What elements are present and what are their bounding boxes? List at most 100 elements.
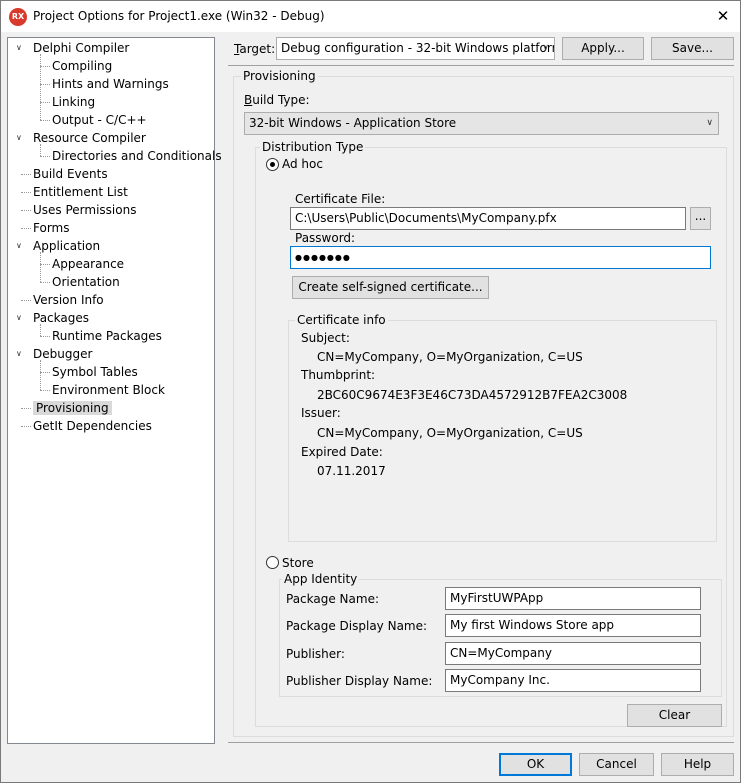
tree-item-output-c-c[interactable]: Output - C/C++ — [52, 111, 147, 129]
store-label: Store — [282, 556, 314, 570]
tree-item-uses-permissions[interactable]: Uses Permissions — [33, 201, 136, 219]
tree-connector — [40, 54, 41, 120]
expand-chevron-icon[interactable]: ∨ — [16, 309, 26, 327]
build-type-value: 32-bit Windows - Application Store — [249, 116, 457, 130]
tree-connector — [40, 84, 50, 85]
tree-item-label: Provisioning — [33, 401, 112, 415]
package-name-input[interactable]: MyFirstUWPApp — [445, 587, 701, 610]
tree-item-symbol-tables[interactable]: Symbol Tables — [52, 363, 138, 381]
publisher-input[interactable]: CN=MyCompany — [445, 642, 701, 665]
issuer-label: Issuer: — [301, 406, 341, 420]
distribution-type-label: Distribution Type — [260, 140, 366, 154]
certificate-file-input[interactable]: C:\Users\Public\Documents\MyCompany.pfx — [290, 207, 686, 230]
tree-connector — [21, 408, 31, 409]
tree-item-entitlement-list[interactable]: Entitlement List — [33, 183, 128, 201]
tree-item-label: Build Events — [33, 167, 108, 181]
tree-item-forms[interactable]: Forms — [33, 219, 69, 237]
tree-connector — [21, 426, 31, 427]
rad-studio-icon: RX — [9, 8, 27, 26]
package-name-label: Package Name: — [286, 592, 379, 606]
title-bar: RX Project Options for Project1.exe (Win… — [1, 1, 740, 32]
apply-button[interactable]: Apply... — [562, 37, 644, 60]
ad-hoc-label: Ad hoc — [282, 157, 323, 171]
window-title: Project Options for Project1.exe (Win32 … — [33, 9, 325, 23]
tree-item-label: Symbol Tables — [52, 365, 138, 379]
separator — [228, 65, 734, 66]
build-type-label: Build Type: — [244, 93, 310, 107]
package-display-name-input[interactable]: My first Windows Store app — [445, 614, 701, 637]
ok-button[interactable]: OK — [499, 753, 572, 776]
tree-item-label: Forms — [33, 221, 70, 235]
tree-item-provisioning[interactable]: Provisioning — [33, 399, 112, 417]
tree-item-getit-dependencies[interactable]: GetIt Dependencies — [33, 417, 152, 435]
tree-item-environment-block[interactable]: Environment Block — [52, 381, 165, 399]
tree-item-appearance[interactable]: Appearance — [52, 255, 124, 273]
tree-item-application[interactable]: Application — [33, 237, 100, 255]
tree-item-version-info[interactable]: Version Info — [33, 291, 104, 309]
tree-item-label: Uses Permissions — [33, 203, 137, 217]
tree-item-label: Hints and Warnings — [52, 77, 169, 91]
expired-date-label: Expired Date: — [301, 445, 383, 459]
options-tree[interactable]: Delphi Compiler ∨ Compiling Hints and Warni… — [7, 37, 222, 744]
app-identity-label: App Identity — [282, 572, 360, 586]
tree-connector — [21, 192, 31, 193]
save-button[interactable]: Save... — [651, 37, 734, 60]
tree-item-label: Delphi Compiler — [33, 41, 130, 55]
tree-connector — [40, 282, 50, 283]
tree-item-runtime-packages[interactable]: Runtime Packages — [52, 327, 162, 345]
tree-item-hints-and-warnings[interactable]: Hints and Warnings — [52, 75, 169, 93]
tree-item-build-events[interactable]: Build Events — [33, 165, 108, 183]
publisher-display-name-input[interactable]: MyCompany Inc. — [445, 669, 701, 692]
tree-connector — [40, 120, 50, 121]
tree-connector — [40, 336, 50, 337]
cancel-button[interactable]: Cancel — [579, 753, 654, 776]
tree-item-resource-compiler[interactable]: Resource Compiler — [33, 129, 146, 147]
ad-hoc-radio[interactable] — [266, 158, 279, 171]
publisher-display-name-label: Publisher Display Name: — [286, 674, 433, 688]
browse-button[interactable]: ... — [690, 207, 711, 230]
provisioning-group-label: Provisioning — [241, 69, 318, 83]
tree-item-linking[interactable]: Linking — [52, 93, 95, 111]
tree-item-compiling[interactable]: Compiling — [52, 57, 112, 75]
clear-button[interactable]: Clear — [627, 704, 722, 727]
expand-chevron-icon[interactable]: ∨ — [16, 237, 26, 255]
tree-connector — [40, 390, 50, 391]
tree-item-label: Directories and Conditionals — [52, 149, 222, 163]
tree-item-label: Application — [33, 239, 101, 253]
tree-connector — [40, 324, 41, 336]
tree-item-label: Orientation — [52, 275, 120, 289]
tree-item-packages[interactable]: Packages — [33, 309, 89, 327]
tree-item-label: Environment Block — [52, 383, 165, 397]
target-label: Target: — [234, 42, 276, 56]
publisher-label: Publisher: — [286, 647, 345, 661]
tree-item-orientation[interactable]: Orientation — [52, 273, 120, 291]
package-display-name-label: Package Display Name: — [286, 619, 428, 633]
tree-item-label: Packages — [33, 311, 89, 325]
build-type-combo[interactable]: 32-bit Windows - Application Store ∨ — [244, 112, 719, 135]
expand-chevron-icon[interactable]: ∨ — [16, 345, 26, 363]
subject-label: Subject: — [301, 331, 350, 345]
tree-item-debugger[interactable]: Debugger — [33, 345, 92, 363]
tree-item-delphi-compiler[interactable]: Delphi Compiler — [33, 39, 129, 57]
target-value: Debug configuration - 32-bit Windows pla… — [281, 41, 555, 55]
tree-connector — [40, 372, 50, 373]
password-label: Password: — [295, 231, 356, 245]
expand-chevron-icon[interactable]: ∨ — [16, 129, 26, 147]
help-button[interactable]: Help — [661, 753, 734, 776]
tree-item-directories-and-conditionals[interactable]: Directories and Conditionals — [52, 147, 222, 165]
chevron-down-icon: ∨ — [542, 43, 549, 53]
store-radio[interactable] — [266, 556, 279, 569]
tree-connector — [21, 300, 31, 301]
tree-item-label: Entitlement List — [33, 185, 128, 199]
tree-connector — [40, 156, 50, 157]
password-input[interactable]: ●●●●●●● — [290, 246, 711, 269]
create-self-signed-certificate-button[interactable]: Create self-signed certificate... — [292, 276, 489, 299]
close-icon[interactable]: ✕ — [706, 1, 740, 32]
thumbprint-label: Thumbprint: — [301, 368, 376, 382]
expand-chevron-icon[interactable]: ∨ — [16, 39, 26, 57]
tree-connector — [40, 144, 41, 156]
tree-item-label: Debugger — [33, 347, 93, 361]
target-combo[interactable]: Debug configuration - 32-bit Windows pla… — [276, 37, 555, 60]
tree-item-label: Compiling — [52, 59, 113, 73]
thumbprint-value: 2BC60C9674E3F3E46C73DA4572912B7FEA2C3008 — [317, 388, 628, 402]
